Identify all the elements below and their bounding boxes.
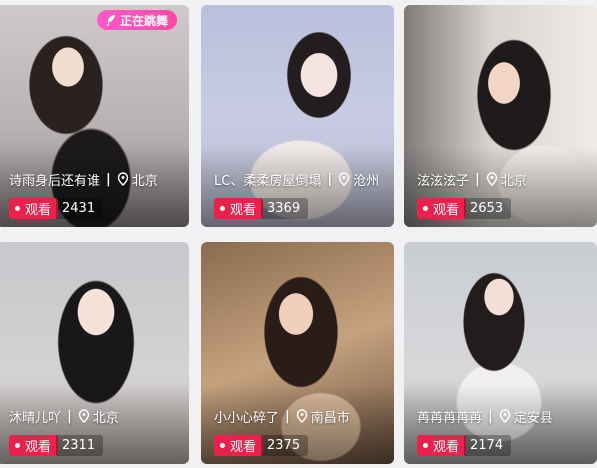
watch-button[interactable]: 观看 — [417, 435, 467, 456]
separator: | — [67, 408, 72, 424]
viewer-row: 观看 2431 — [9, 198, 104, 219]
streamer-name: 苒苒苒苒苒 — [417, 410, 483, 426]
live-room-card[interactable]: LC、柔柔房屋倒塌 | 沧州 观看 3369 — [201, 5, 394, 227]
viewer-count: 2375 — [261, 435, 309, 456]
streamer-info: 苒苒苒苒苒 | 定安县 — [417, 408, 553, 426]
viewer-row: 观看 2375 — [214, 435, 309, 456]
watch-label: 观看 — [230, 440, 257, 455]
viewer-count: 2311 — [56, 435, 104, 456]
separator: | — [106, 171, 111, 187]
streamer-info: 诗雨身后还有谁 | 北京 — [9, 171, 158, 189]
location-pin-icon — [499, 409, 511, 423]
streamer-info: LC、柔柔房屋倒塌 | 沧州 — [214, 171, 380, 189]
dancing-badge-label: 正在跳舞 — [119, 13, 168, 28]
watch-label: 观看 — [25, 440, 52, 455]
viewer-row: 观看 3369 — [214, 198, 309, 219]
viewer-count: 3369 — [261, 198, 309, 219]
streamer-location: 北京 — [500, 173, 527, 189]
live-dot-icon — [15, 206, 20, 211]
streamer-name: 泫泫泫子 — [417, 173, 470, 189]
separator: | — [285, 408, 290, 424]
separator: | — [327, 171, 333, 187]
streamer-location: 南昌市 — [310, 410, 350, 426]
live-dot-icon — [15, 443, 20, 448]
live-dot-icon — [220, 443, 225, 448]
streamer-name: 小小心碎了 — [214, 410, 280, 426]
live-room-card[interactable]: 正在跳舞 诗雨身后还有谁 | 北京 观看 2431 — [0, 5, 189, 227]
live-dot-icon — [220, 206, 225, 211]
location-pin-icon — [296, 409, 308, 423]
streamer-name: LC、柔柔房屋倒塌 — [214, 173, 322, 189]
live-room-card[interactable]: 泫泫泫子 | 北京 观看 2653 — [404, 5, 597, 227]
streamer-location: 北京 — [131, 173, 158, 189]
streamer-location: 北京 — [92, 410, 119, 426]
watch-button[interactable]: 观看 — [214, 198, 264, 219]
streamer-info: 沐晴儿吖 | 北京 — [9, 408, 119, 426]
live-room-card[interactable]: 苒苒苒苒苒 | 定安县 观看 2174 — [404, 242, 597, 464]
viewer-row: 观看 2653 — [417, 198, 512, 219]
streamer-info: 泫泫泫子 | 北京 — [417, 171, 527, 189]
streamer-info: 小小心碎了 | 南昌市 — [214, 408, 350, 426]
streamer-location: 定安县 — [513, 410, 553, 426]
location-pin-icon — [78, 409, 90, 423]
live-room-card[interactable]: 沐晴儿吖 | 北京 观看 2311 — [0, 242, 189, 464]
watch-label: 观看 — [230, 203, 257, 218]
location-pin-icon — [117, 172, 129, 186]
separator: | — [488, 408, 493, 424]
viewer-row: 观看 2174 — [417, 435, 512, 456]
watch-label: 观看 — [433, 440, 460, 455]
separator: | — [475, 171, 480, 187]
viewer-count: 2653 — [464, 198, 512, 219]
feather-icon — [106, 14, 115, 26]
watch-button[interactable]: 观看 — [417, 198, 467, 219]
live-room-card[interactable]: 小小心碎了 | 南昌市 观看 2375 — [201, 242, 394, 464]
live-room-grid: 正在跳舞 诗雨身后还有谁 | 北京 观看 2431 LC、柔柔房屋倒塌 | 沧州… — [0, 0, 597, 468]
location-pin-icon — [338, 172, 350, 186]
viewer-count: 2174 — [464, 435, 512, 456]
viewer-count: 2431 — [56, 198, 104, 219]
location-pin-icon — [486, 172, 498, 186]
live-dot-icon — [423, 206, 428, 211]
watch-button[interactable]: 观看 — [9, 435, 59, 456]
live-dot-icon — [423, 443, 428, 448]
watch-label: 观看 — [25, 203, 52, 218]
watch-label: 观看 — [433, 203, 460, 218]
streamer-name: 诗雨身后还有谁 — [9, 173, 101, 189]
watch-button[interactable]: 观看 — [214, 435, 264, 456]
streamer-name: 沐晴儿吖 — [9, 410, 62, 426]
dancing-badge: 正在跳舞 — [97, 10, 177, 30]
streamer-location: 沧州 — [353, 173, 380, 189]
viewer-row: 观看 2311 — [9, 435, 104, 456]
watch-button[interactable]: 观看 — [9, 198, 59, 219]
